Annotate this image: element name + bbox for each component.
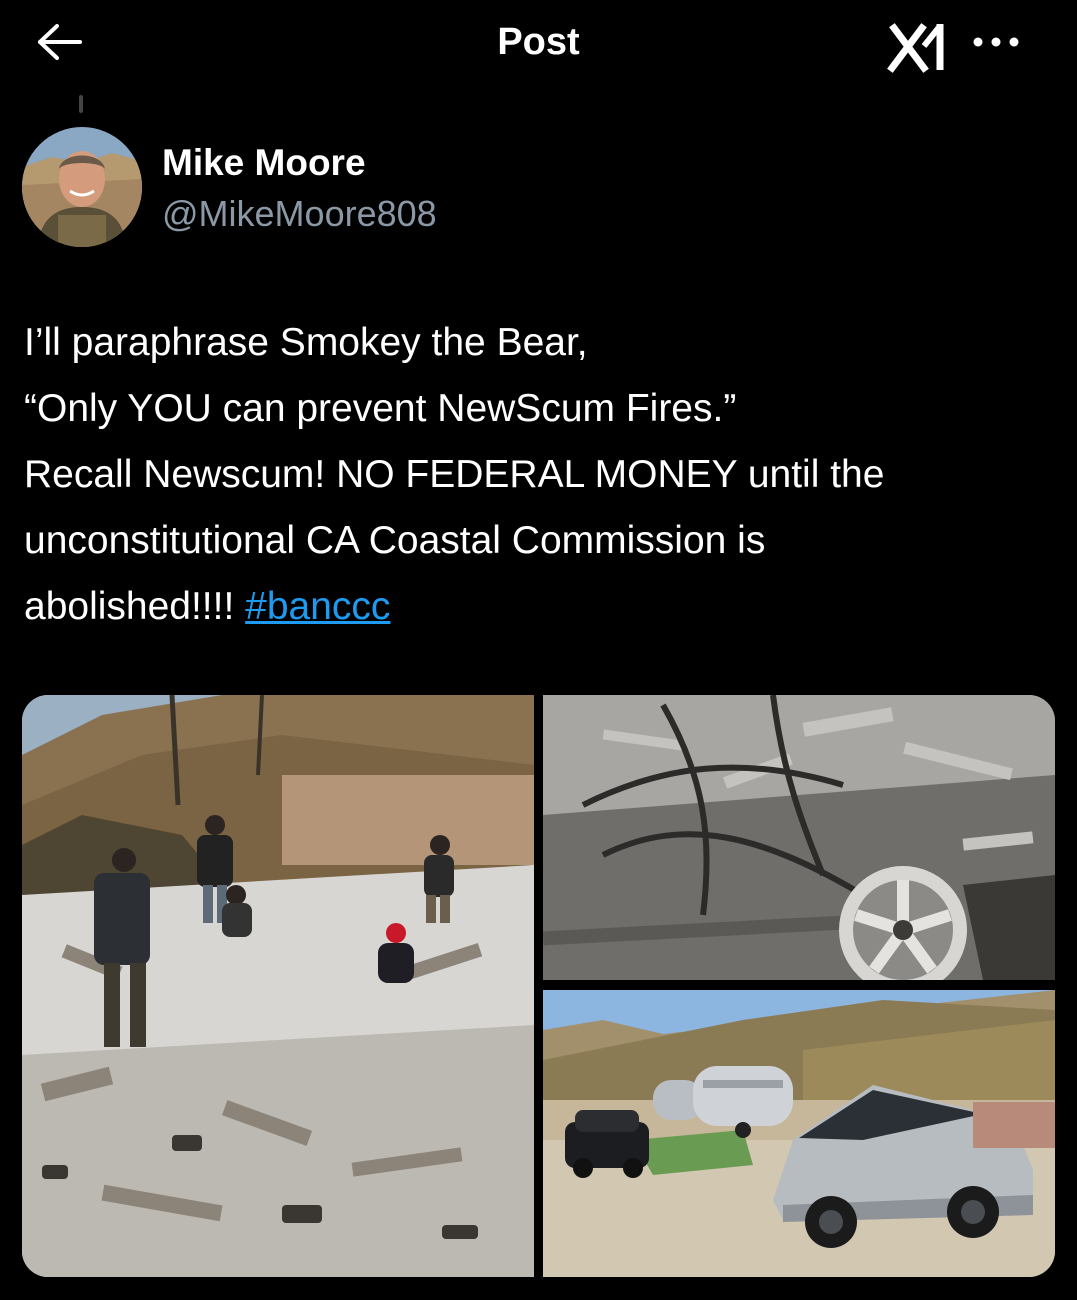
- post-text-fragment: abolished!!!!: [24, 585, 246, 628]
- top-bar: Post: [0, 0, 1077, 90]
- arrow-left-icon: [38, 24, 82, 60]
- author-handle[interactable]: @MikeMoore808: [162, 191, 437, 237]
- hashtag-link[interactable]: #banccc: [245, 585, 390, 628]
- avatar[interactable]: [22, 127, 142, 247]
- more-horizontal-icon: [973, 37, 1019, 47]
- back-button[interactable]: [30, 20, 90, 64]
- media-image-burn-site[interactable]: [22, 695, 534, 1277]
- post-text-line: Recall Newscum! NO FEDERAL MONEY until t…: [24, 453, 885, 496]
- post-text: I’ll paraphrase Smokey the Bear, “Only Y…: [24, 310, 1054, 640]
- media-image-trailers-cybertruck[interactable]: [543, 990, 1055, 1277]
- more-options-button[interactable]: [966, 20, 1026, 64]
- media-grid: [22, 695, 1055, 1277]
- post-text-line: abolished!!!! #banccc: [24, 574, 1054, 640]
- post-text-line: unconstitutional CA Coastal Commission i…: [24, 519, 766, 562]
- post-text-line: “Only YOU can prevent NewScum Fires.”: [24, 387, 737, 430]
- post-text-line: I’ll paraphrase Smokey the Bear,: [24, 321, 588, 364]
- author-display-name[interactable]: Mike Moore: [162, 140, 366, 186]
- thread-connector: [79, 95, 83, 113]
- grok-button[interactable]: [880, 18, 954, 76]
- grok-icon: [887, 23, 944, 73]
- media-image-wreckage[interactable]: [543, 695, 1055, 980]
